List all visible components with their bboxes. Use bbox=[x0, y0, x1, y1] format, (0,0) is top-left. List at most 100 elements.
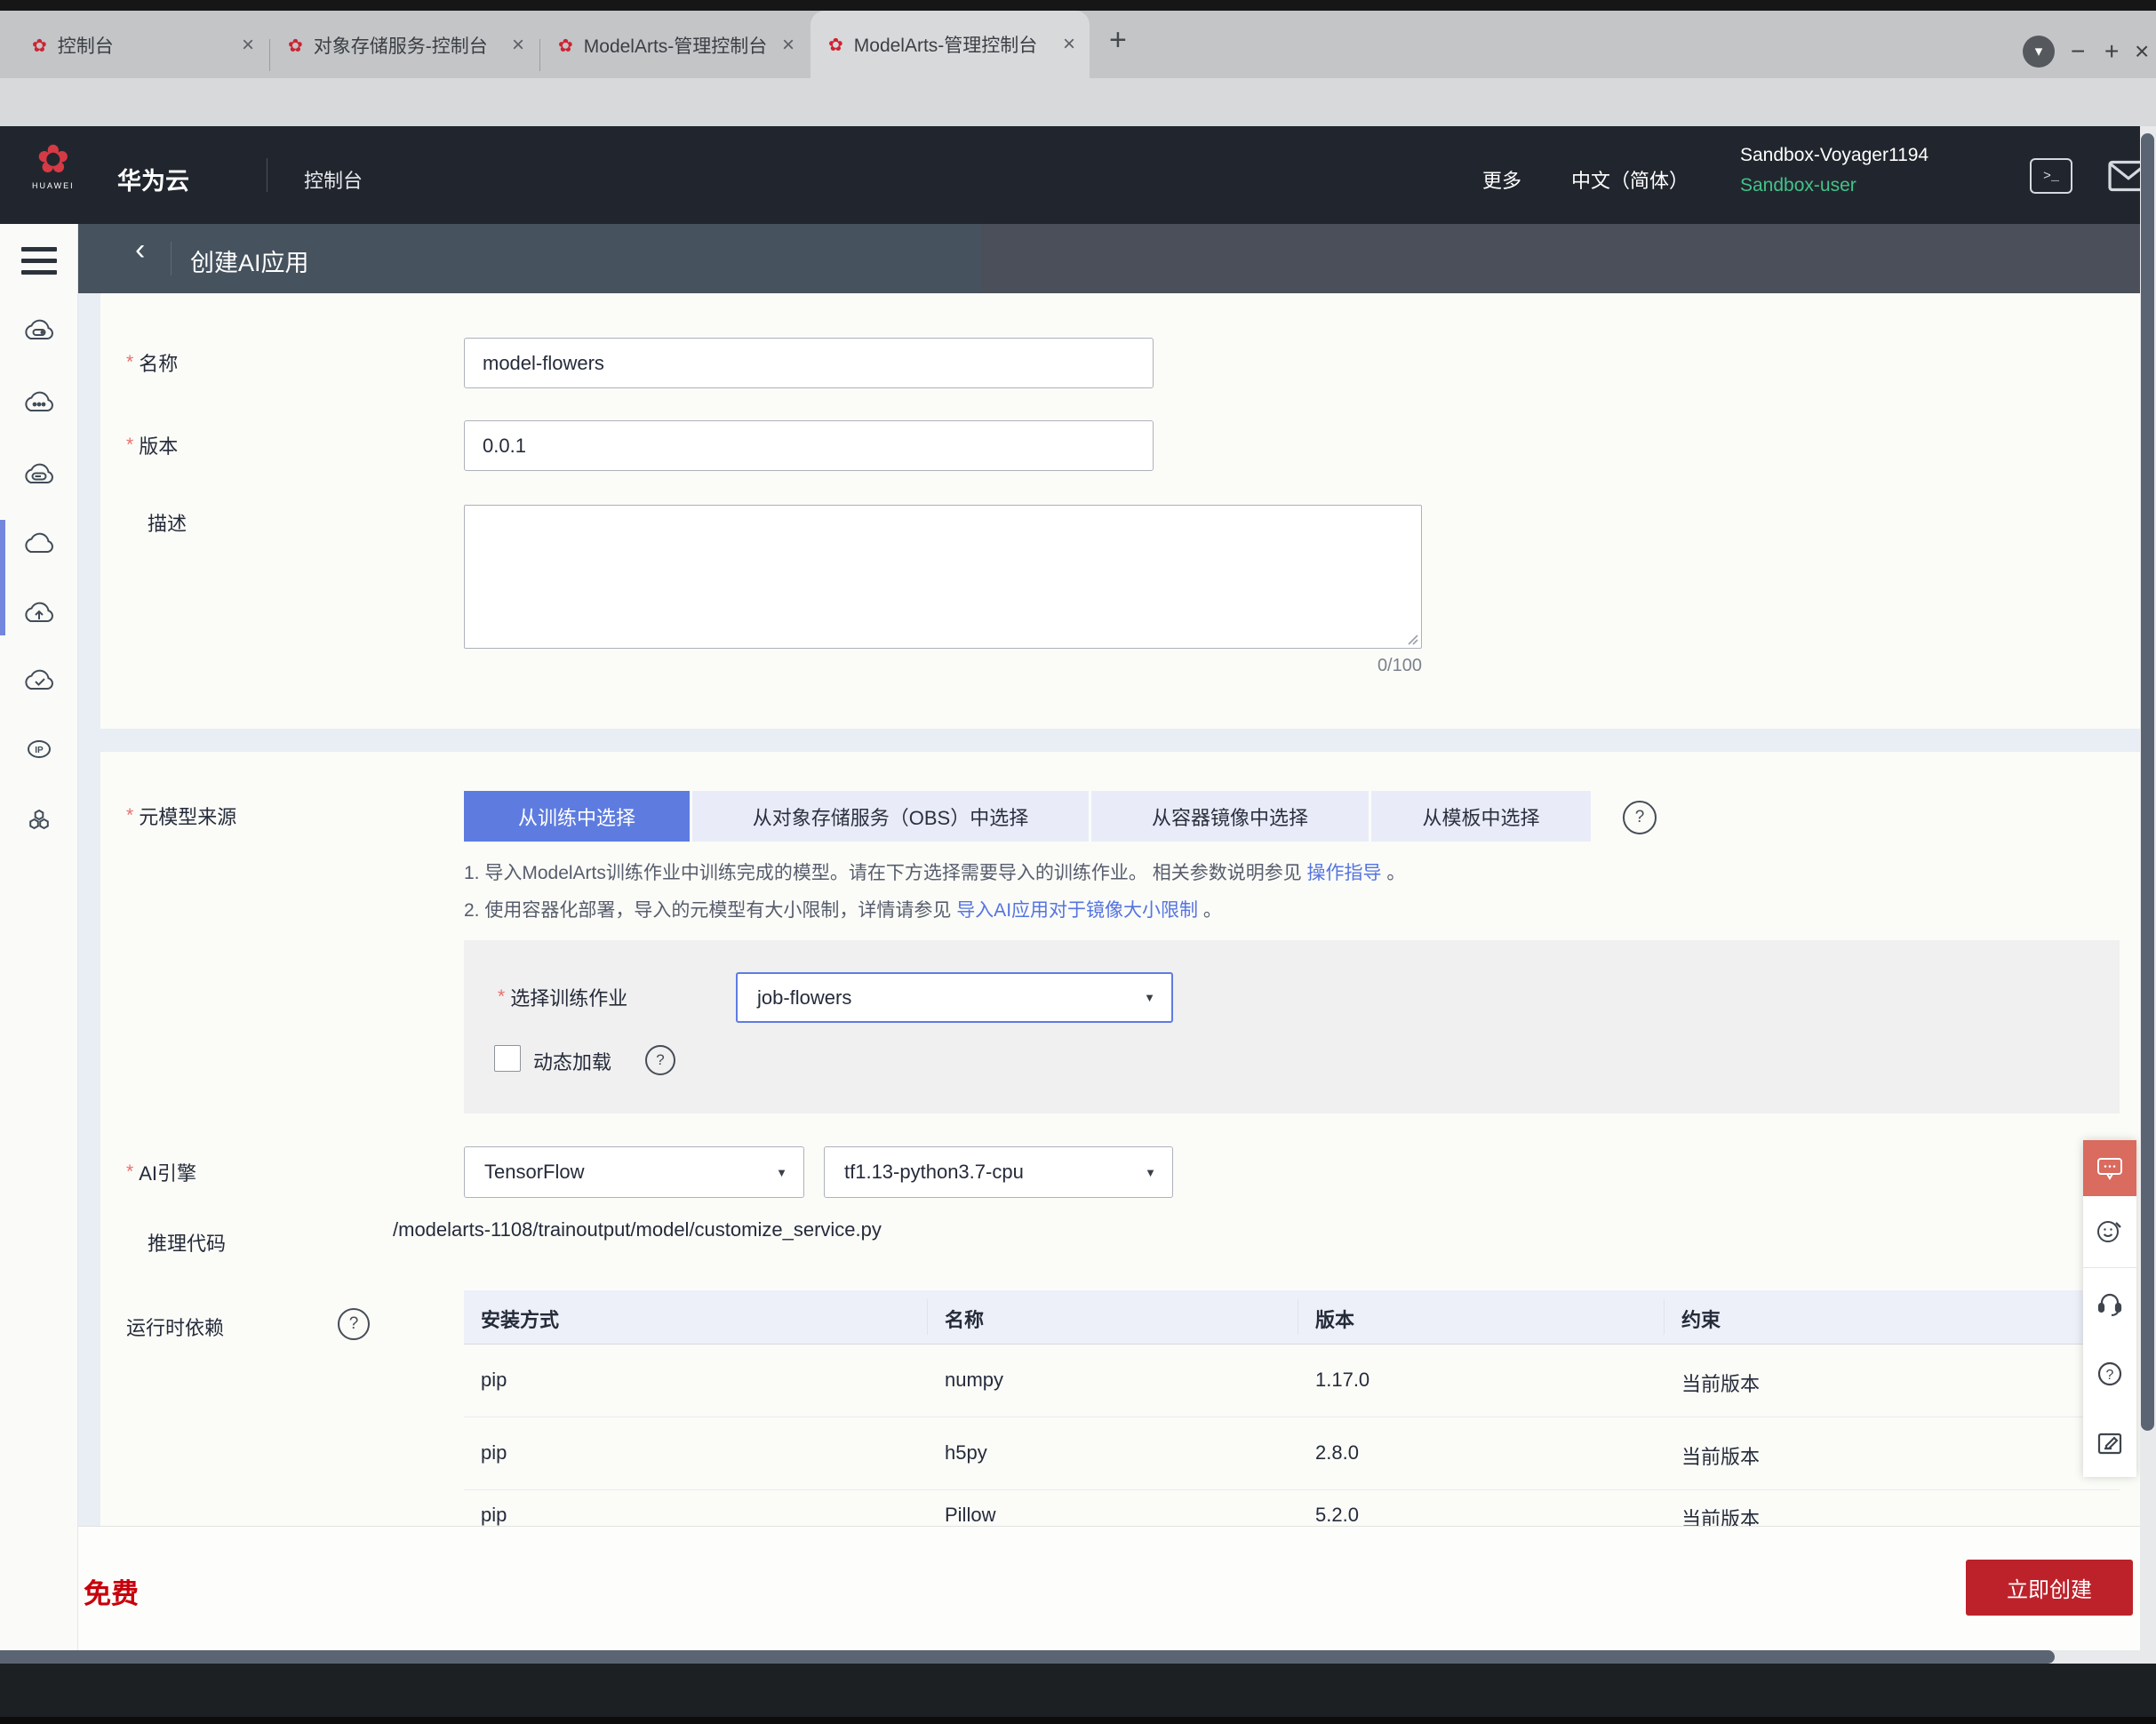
description-counter: 0/100 bbox=[1244, 656, 1422, 676]
tab-close-icon[interactable]: × bbox=[1063, 32, 1075, 57]
huawei-logo-text: HUAWEI bbox=[32, 181, 75, 190]
free-badge: 免费 bbox=[84, 1571, 139, 1611]
dynamic-load-help-icon[interactable]: ? bbox=[645, 1045, 675, 1075]
satisfaction-survey-button[interactable] bbox=[2083, 1196, 2136, 1268]
create-now-button[interactable]: 立即创建 bbox=[1966, 1560, 2133, 1616]
source-tab-obs[interactable]: 从对象存储服务（OBS）中选择 bbox=[692, 791, 1089, 842]
account-user: Sandbox-user bbox=[1740, 171, 1928, 201]
deps-header-name: 名称 bbox=[945, 1305, 984, 1333]
os-taskbar: ModelArts-管理控制台 - Go… bbox=[0, 1664, 2156, 1717]
smiley-feedback-icon bbox=[2095, 1217, 2125, 1247]
cloud-dots-icon[interactable] bbox=[23, 389, 55, 416]
page-footer bbox=[78, 1526, 2140, 1650]
image-size-limit-link[interactable]: 导入AI应用对于镜像大小限制 bbox=[956, 900, 1198, 921]
browser-tab-console[interactable]: ✿ 控制台 × bbox=[14, 12, 268, 78]
version-label: 版本 bbox=[139, 431, 178, 459]
tab-close-icon[interactable]: × bbox=[512, 33, 524, 58]
train-job-select[interactable]: job-flowers ▼ bbox=[736, 972, 1173, 1023]
svg-text:IP: IP bbox=[35, 746, 44, 755]
source-tab-training[interactable]: 从训练中选择 bbox=[464, 791, 690, 842]
version-input[interactable] bbox=[464, 420, 1154, 471]
required-asterisk: * bbox=[126, 805, 133, 826]
help-button[interactable]: ? bbox=[2083, 1338, 2136, 1409]
name-label-row: * 名称 bbox=[126, 349, 178, 376]
tab-title: ModelArts-管理控制台 bbox=[854, 31, 1054, 58]
browser-tab-modelarts-active[interactable]: ✿ ModelArts-管理控制台 × bbox=[810, 11, 1090, 78]
eip-icon[interactable]: IP bbox=[23, 736, 55, 762]
page-title: 创建AI应用 bbox=[190, 243, 309, 278]
description-textarea[interactable] bbox=[464, 505, 1422, 649]
source-tab-container-image[interactable]: 从容器镜像中选择 bbox=[1091, 791, 1369, 842]
tab-close-icon[interactable]: × bbox=[242, 33, 254, 58]
window-frame bbox=[0, 0, 2156, 11]
account-block[interactable]: Sandbox-Voyager1194 Sandbox-user bbox=[1740, 140, 1928, 201]
headset-icon bbox=[2095, 1289, 2125, 1318]
name-input[interactable] bbox=[464, 338, 1154, 388]
window-minimize-button[interactable]: − bbox=[2071, 37, 2085, 66]
hamburger-menu-icon[interactable] bbox=[21, 247, 57, 275]
svg-text:?: ? bbox=[2106, 1368, 2114, 1383]
feedback-chat-button[interactable] bbox=[2083, 1140, 2136, 1196]
inference-code-value: /modelarts-1108/trainoutput/model/custom… bbox=[393, 1218, 882, 1241]
brand-name[interactable]: 华为云 bbox=[117, 162, 189, 196]
dynamic-load-checkbox[interactable] bbox=[494, 1045, 521, 1072]
training-job-panel bbox=[464, 940, 2120, 1113]
table-row: pip numpy 1.17.0 当前版本 bbox=[464, 1344, 2120, 1417]
browser-tab-obs[interactable]: ✿ 对象存储服务-控制台 × bbox=[270, 12, 539, 78]
source-tab-template[interactable]: 从模板中选择 bbox=[1371, 791, 1591, 842]
browser-tab-modelarts-1[interactable]: ✿ ModelArts-管理控制台 × bbox=[540, 12, 809, 78]
cloud-server-icon[interactable] bbox=[23, 317, 55, 344]
survey-edit-button[interactable] bbox=[2083, 1409, 2136, 1477]
nav-console[interactable]: 控制台 bbox=[304, 165, 363, 194]
ai-engine-select[interactable]: TensorFlow ▼ bbox=[464, 1146, 804, 1198]
train-job-label: 选择训练作业 bbox=[510, 983, 627, 1011]
resize-grip-icon[interactable] bbox=[1406, 633, 1418, 645]
browser-toolbar: ← → ⟳ console.huaweicloud.com /modelarts… bbox=[0, 78, 2156, 126]
console-header: ✿ HUAWEI 华为云 控制台 更多 中文（简体） Sandbox-Voyag… bbox=[0, 126, 2156, 224]
window-close-button[interactable]: × bbox=[2135, 37, 2149, 66]
operation-guide-link[interactable]: 操作指导 bbox=[1307, 863, 1382, 883]
note-text: 。 bbox=[1198, 900, 1222, 921]
model-source-label: 元模型来源 bbox=[139, 802, 236, 830]
column-divider bbox=[927, 1299, 928, 1335]
header-more[interactable]: 更多 bbox=[1482, 165, 1521, 194]
ai-runtime-select[interactable]: tf1.13-python3.7-cpu ▼ bbox=[824, 1146, 1173, 1198]
cell-install: pip bbox=[481, 1504, 507, 1526]
titlebar-divider bbox=[171, 242, 172, 275]
source-note-1: 1. 导入ModelArts训练作业中训练完成的模型。请在下方选择需要导入的训练… bbox=[464, 858, 1405, 885]
left-sidebar: IP bbox=[0, 224, 78, 1669]
huawei-logo[interactable]: ✿ HUAWEI bbox=[32, 139, 75, 190]
header-language[interactable]: 中文（简体） bbox=[1571, 165, 1689, 194]
window-menu-button[interactable]: ▾ bbox=[2023, 36, 2055, 68]
chevron-down-icon: ▼ bbox=[1145, 1166, 1156, 1179]
table-row: pip h5py 2.8.0 当前版本 bbox=[464, 1417, 2120, 1489]
chat-bubble-icon bbox=[2096, 1155, 2124, 1182]
table-row: pip Pillow 5.2.0 当前版本 bbox=[464, 1489, 2120, 1526]
model-source-label-row: * 元模型来源 bbox=[126, 802, 236, 829]
cloud-upload-icon[interactable] bbox=[23, 600, 55, 627]
dependencies-help-icon[interactable]: ? bbox=[338, 1308, 370, 1340]
model-source-help-icon[interactable]: ? bbox=[1623, 801, 1657, 834]
huawei-favicon-icon: ✿ bbox=[32, 35, 47, 57]
train-job-value: job-flowers bbox=[757, 986, 851, 1010]
vertical-scrollbar-thumb[interactable] bbox=[2141, 133, 2154, 1431]
horizontal-scrollbar-thumb[interactable] bbox=[0, 1650, 2055, 1664]
cloud-storage-icon[interactable] bbox=[23, 461, 55, 488]
customer-service-button[interactable] bbox=[2083, 1268, 2136, 1338]
deps-header-constraint: 约束 bbox=[1681, 1305, 1721, 1333]
deps-header-version: 版本 bbox=[1315, 1305, 1354, 1333]
description-label: 描述 bbox=[148, 508, 187, 537]
tab-close-icon[interactable]: × bbox=[782, 33, 795, 58]
cloud-check-icon[interactable] bbox=[23, 667, 55, 694]
cell-install: pip bbox=[481, 1441, 507, 1465]
page-back-button[interactable]: ‹ bbox=[135, 233, 145, 267]
cluster-icon[interactable] bbox=[23, 806, 55, 833]
terminal-icon[interactable]: >_ bbox=[2030, 158, 2072, 194]
tab-title: ModelArts-管理控制台 bbox=[584, 32, 773, 59]
note-text: 。 bbox=[1382, 863, 1406, 883]
page-titlebar-right bbox=[981, 224, 2156, 293]
note-text: 2. 使用容器化部署，导入的元模型有大小限制，详情请参见 bbox=[464, 900, 956, 921]
window-maximize-button[interactable]: + bbox=[2104, 37, 2119, 66]
new-tab-button[interactable]: + bbox=[1109, 23, 1127, 58]
cloud-icon[interactable] bbox=[23, 531, 55, 557]
